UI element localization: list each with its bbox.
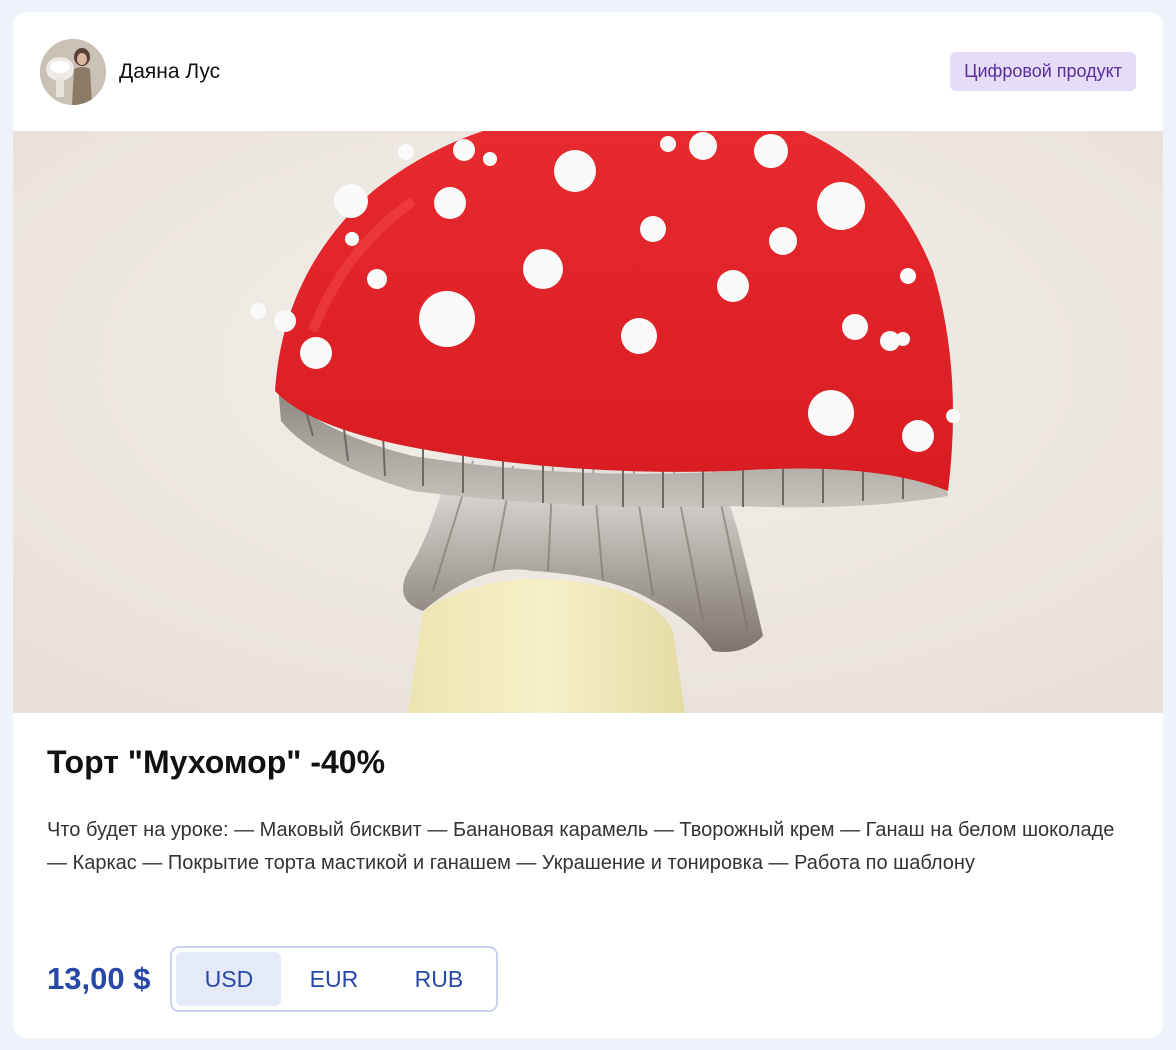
currency-eur-button[interactable]: EUR	[281, 952, 386, 1006]
currency-rub-button[interactable]: RUB	[386, 952, 491, 1006]
product-title: Торт "Мухомор" -40%	[47, 744, 386, 780]
price: 13,00 $	[47, 961, 151, 996]
currency-usd-button[interactable]: USD	[176, 952, 282, 1006]
price-row: 13,00 $ USD EUR RUB	[47, 946, 499, 1012]
author-block[interactable]: Даяна Лус	[40, 38, 220, 105]
digital-product-badge: Цифровой продукт	[950, 52, 1136, 91]
product-image[interactable]	[13, 131, 1163, 713]
product-description: Что будет на уроке: — Маковый бисквит — …	[47, 819, 1115, 874]
product-card: Даяна Лус Цифровой продукт Торт "Мухомор…	[13, 12, 1163, 1038]
card-header: Даяна Лус Цифровой продукт	[13, 12, 1163, 131]
currency-switcher: USD EUR RUB	[170, 946, 499, 1012]
avatar[interactable]	[40, 38, 106, 105]
author-name[interactable]: Даяна Лус	[119, 60, 220, 84]
